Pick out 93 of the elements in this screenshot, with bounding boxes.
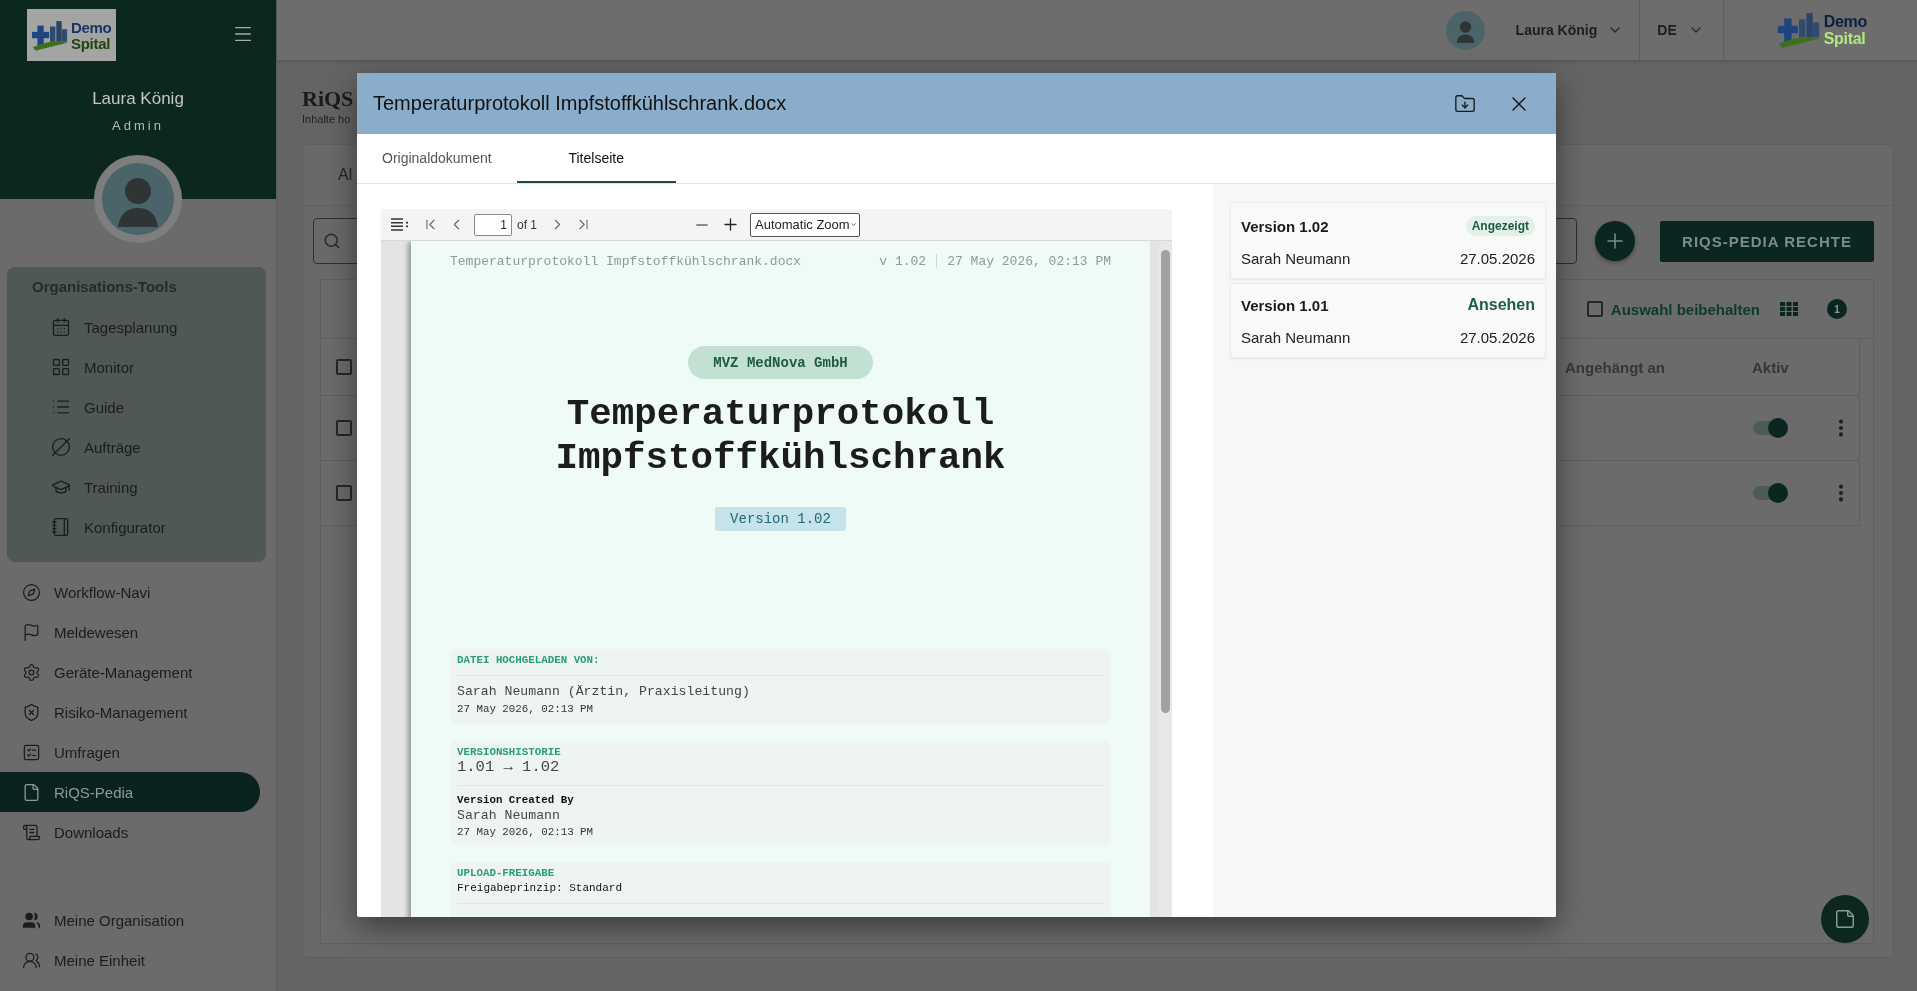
tab[interactable]: Al xyxy=(338,166,353,184)
page-count: of 1 xyxy=(517,217,537,232)
toggle-switch[interactable] xyxy=(1752,418,1788,438)
upload-date: 27 May 2026, 02:13 PM xyxy=(457,703,594,715)
uploader-name: Sarah Neumann (Ärztin, Praxisleitung) xyxy=(457,684,750,700)
cross-buildings-icon xyxy=(1776,12,1821,48)
note-icon xyxy=(1834,908,1856,930)
checkbox[interactable] xyxy=(1586,301,1603,317)
version-title: Version 1.02 xyxy=(1241,217,1329,235)
user-menu[interactable]: Laura König xyxy=(1445,0,1640,60)
checklist-icon xyxy=(22,742,41,762)
language-select[interactable]: DE xyxy=(1640,0,1723,60)
version-change: 1.01 → 1.02 xyxy=(457,758,560,776)
sidebar-item[interactable]: Downloads xyxy=(0,812,260,852)
creator-name: Sarah Neumann xyxy=(457,808,560,824)
doc-header-filename: Temperaturprotokoll Impfstoffkühlschrank.docx xyxy=(450,253,802,269)
sidebar-item[interactable]: Risiko-Management xyxy=(0,692,260,732)
zoom-select[interactable]: Automatic Zoom xyxy=(750,212,860,237)
sidebar-item[interactable]: Tagesplanung xyxy=(7,307,267,347)
sidebar-item[interactable]: Meine Organisation xyxy=(0,900,260,940)
grid-icon[interactable] xyxy=(1780,302,1798,316)
author-name: Sarah Neumann xyxy=(1241,249,1351,267)
checkbox[interactable] xyxy=(336,359,352,375)
add-button[interactable] xyxy=(1595,221,1635,261)
toggle-switch[interactable] xyxy=(1752,483,1788,503)
menu-lines-icon[interactable] xyxy=(391,218,409,231)
version-badge: Version 1.02 xyxy=(715,507,846,531)
section-label: DATEI HOCHGELADEN VON: xyxy=(457,654,600,666)
sidebar-item[interactable]: Umfragen xyxy=(0,732,260,772)
compass-icon xyxy=(22,582,41,602)
cross-buildings-icon xyxy=(32,19,68,51)
checkbox[interactable] xyxy=(336,420,352,436)
version-card[interactable]: Version 1.01 Ansehen Sarah Neumann 27.05.2026 xyxy=(1230,283,1546,358)
scrollbar-thumb[interactable] xyxy=(1161,250,1170,713)
sidebar-item[interactable]: Konfigurator xyxy=(7,507,267,547)
version-title: Version 1.01 xyxy=(1241,296,1329,314)
calendar-icon xyxy=(51,317,71,337)
version-date: 27.05.2026 xyxy=(1459,328,1535,346)
flag-icon xyxy=(22,622,41,642)
avatar-icon xyxy=(1445,10,1485,50)
section-label: UPLOAD-FREIGABE xyxy=(457,867,555,879)
grid-icon xyxy=(51,357,71,377)
document-icon xyxy=(22,782,41,802)
count-badge: 1 xyxy=(1827,299,1847,319)
scroll-icon xyxy=(22,822,41,842)
version-date: 27.05.2026 xyxy=(1459,249,1535,267)
sidebar-item[interactable]: Meine Einheit xyxy=(0,940,260,980)
page-subtitle: Inhalte ho xyxy=(302,113,351,126)
dialog-title: Temperaturprotokoll Impfstoffkühlschrank.docx xyxy=(373,92,787,115)
checkbox-label[interactable]: Auswahl beibehalten xyxy=(1610,300,1760,318)
logo-tile[interactable]: Demo Spital xyxy=(27,9,116,61)
sidebar-item[interactable]: Geräte-Management xyxy=(0,652,260,692)
logo-text: Demo xyxy=(71,19,112,35)
logo-text: Spital xyxy=(1823,30,1866,47)
slashed-circle-icon xyxy=(51,437,71,457)
sidebar-item[interactable]: RiQS-Pedia xyxy=(0,772,260,812)
sidebar-item[interactable]: Aufträge xyxy=(7,427,267,467)
sidebar-item[interactable]: Guide xyxy=(7,387,267,427)
user-group-icon xyxy=(22,950,41,970)
view-link[interactable]: Ansehen xyxy=(1467,296,1535,314)
doc-header-version: v 1.02 xyxy=(879,253,927,269)
creator-heading: Version Created By xyxy=(457,794,574,806)
organization-pill: MVZ MedNova GmbH xyxy=(688,346,873,379)
settings-icon xyxy=(22,662,41,682)
doc-header-date: 27 May 2026, 02:13 PM xyxy=(947,253,1111,269)
shield-x-icon xyxy=(22,702,41,722)
tab[interactable]: Originaldokument xyxy=(357,134,517,183)
rights-button[interactable]: RIQS-PEDIA RECHTE xyxy=(1660,220,1874,262)
sidebar-item[interactable]: Meldewesen xyxy=(0,612,260,652)
search-icon xyxy=(323,232,341,250)
user-role: Admin xyxy=(112,118,164,134)
creation-date: 27 May 2026, 02:13 PM xyxy=(457,826,594,838)
author-name: Sarah Neumann xyxy=(1241,328,1351,346)
tab[interactable]: Titelseite xyxy=(516,134,676,183)
avatar-icon xyxy=(94,155,182,243)
page-input[interactable]: 1 xyxy=(474,213,512,236)
user-name: Laura König xyxy=(92,89,184,109)
section-label: VERSIONSHISTORIE xyxy=(457,746,561,758)
release-setting: Freigabeprinzip: Standard xyxy=(457,882,623,894)
sidebar-item[interactable]: Training xyxy=(7,467,267,507)
status-badge: Angezeigt xyxy=(1465,216,1535,236)
checkbox[interactable] xyxy=(336,485,352,501)
document-title: Temperaturprotokoll Impfstoffkühlschrank xyxy=(554,392,1007,480)
sidebar-item[interactable]: Monitor xyxy=(7,347,267,387)
zoom-in-icon[interactable] xyxy=(721,215,740,234)
page-title: RiQS xyxy=(302,87,354,111)
version-card[interactable]: Version 1.02 Angezeigt Sarah Neumann 27.05.2026 xyxy=(1230,202,1546,279)
logo-text: Demo xyxy=(1823,13,1867,30)
notebook-icon xyxy=(51,517,71,537)
folder-download-icon[interactable] xyxy=(1454,92,1476,115)
sidebar-item[interactable]: Workflow-Navi xyxy=(0,572,260,612)
users-icon xyxy=(22,910,41,930)
logo-text: Spital xyxy=(71,35,111,51)
